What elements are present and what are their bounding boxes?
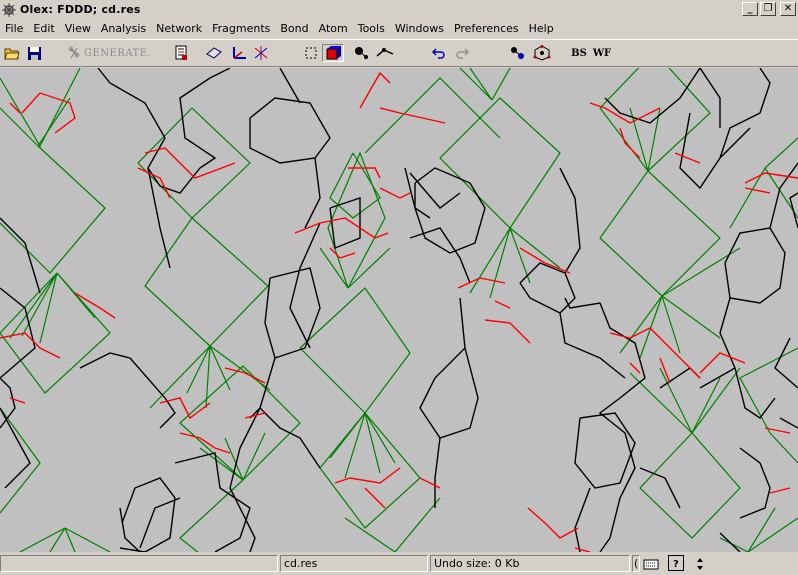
- black-bond-network: [0, 68, 798, 552]
- green-bond-network: [0, 68, 798, 552]
- restore-button[interactable]: ❐: [760, 2, 776, 16]
- menu-file[interactable]: File: [0, 19, 28, 38]
- generate-icon[interactable]: [66, 44, 82, 62]
- toolbar: GENERATE. BS WF: [0, 39, 798, 67]
- undo-icon[interactable]: [430, 44, 448, 62]
- menu-analysis[interactable]: Analysis: [96, 19, 151, 38]
- status-small-panel: (: [632, 555, 640, 572]
- minimize-button[interactable]: _: [742, 2, 758, 16]
- help-icon[interactable]: ?: [668, 555, 684, 571]
- crystal-structure-drawing: [0, 68, 798, 552]
- menu-preferences[interactable]: Preferences: [449, 19, 524, 38]
- redo-icon[interactable]: [453, 44, 471, 62]
- color-cube-icon[interactable]: [322, 44, 344, 62]
- menu-tools[interactable]: Tools: [353, 19, 390, 38]
- menu-fragments[interactable]: Fragments: [207, 19, 275, 38]
- menu-windows[interactable]: Windows: [390, 19, 449, 38]
- structure-viewport[interactable]: [0, 68, 798, 552]
- menu-atom[interactable]: Atom: [314, 19, 353, 38]
- bs-button[interactable]: BS: [570, 44, 588, 62]
- plane-icon[interactable]: [204, 44, 224, 62]
- status-panel-left: [0, 555, 278, 572]
- status-file-name: cd.res: [280, 555, 428, 572]
- status-undo-size: Undo size: 0 Kb: [430, 555, 630, 572]
- axis-cross-icon[interactable]: [251, 44, 271, 62]
- generate-button[interactable]: GENERATE.: [84, 44, 154, 62]
- generate-label: GENERATE.: [84, 47, 152, 59]
- window-title: Olex: FDDD; cd.res: [20, 3, 141, 16]
- menu-bond[interactable]: Bond: [275, 19, 313, 38]
- status-bar: cd.res Undo size: 0 Kb ( ?: [0, 552, 798, 575]
- close-button[interactable]: ✕: [780, 2, 796, 16]
- title-bar: Olex: FDDD; cd.res _ ❐ ✕: [0, 0, 798, 19]
- open-folder-icon[interactable]: [3, 44, 21, 62]
- menu-help[interactable]: Help: [524, 19, 559, 38]
- spin-arrows-icon[interactable]: [694, 554, 706, 573]
- bond-tool-icon[interactable]: [374, 44, 396, 62]
- menu-view[interactable]: View: [60, 19, 96, 38]
- cell-icon[interactable]: [172, 44, 190, 62]
- axes-icon[interactable]: [229, 44, 249, 62]
- app-icon[interactable]: [2, 2, 16, 17]
- red-bond-network: [0, 71, 798, 552]
- menu-edit[interactable]: Edit: [28, 19, 59, 38]
- wf-button[interactable]: WF: [592, 44, 612, 62]
- menu-network[interactable]: Network: [151, 19, 207, 38]
- save-icon[interactable]: [25, 44, 43, 62]
- atom-label-icon[interactable]: [508, 44, 528, 62]
- keyboard-icon[interactable]: [642, 554, 660, 573]
- select-box-icon[interactable]: [302, 44, 320, 62]
- bs-label: BS: [571, 47, 587, 59]
- wf-label: WF: [592, 47, 612, 59]
- menu-bar: File Edit View Analysis Network Fragment…: [0, 19, 798, 38]
- atom-tool-icon[interactable]: [352, 44, 372, 62]
- molecule-icon[interactable]: [532, 44, 552, 62]
- svg-text:?: ?: [673, 559, 679, 569]
